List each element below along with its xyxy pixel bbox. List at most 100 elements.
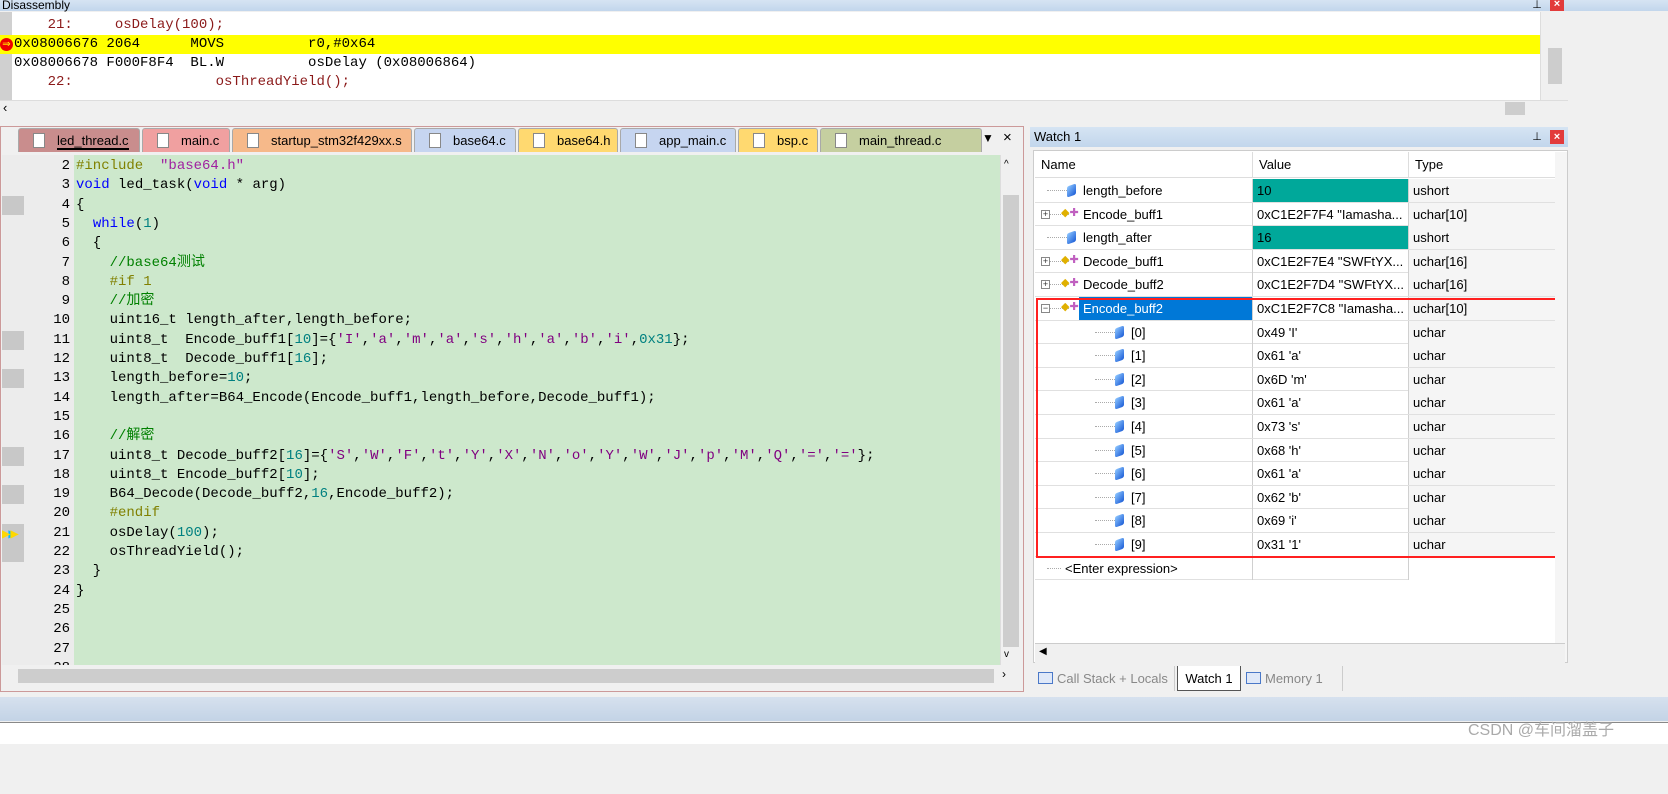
bottom-tab-watch-1[interactable]: Watch 1	[1177, 666, 1241, 691]
tab-startup-stm32f429xx-s[interactable]: startup_stm32f429xx.s	[232, 128, 412, 152]
code-line[interactable]: 4{	[2, 195, 1000, 215]
watch-value[interactable]: 0xC1E2F7D4 "SWFtYX...	[1252, 273, 1408, 297]
code-line[interactable]: 5 while(1)	[2, 215, 1000, 234]
code-line[interactable]: 10 uint16_t length_after,length_before;	[2, 311, 1000, 330]
bottom-tab-call-stack-locals[interactable]: Call Stack + Locals	[1035, 666, 1175, 691]
line-number: 10	[53, 312, 70, 329]
code-token: '='	[798, 447, 825, 464]
bottom-tab-memory-1[interactable]: Memory 1	[1243, 666, 1343, 691]
disassembly-view[interactable]: 21: osDelay(100); 0x08006676 2064 MOVS r0…	[0, 12, 1540, 100]
col-type[interactable]: Type	[1408, 152, 1443, 178]
disassembly-hscroll[interactable]: ‹	[0, 100, 1568, 116]
line-number: 17	[53, 447, 70, 464]
code-token: ,	[622, 447, 631, 464]
tab-led-thread-c[interactable]: led_thread.c	[18, 128, 140, 152]
editor-close-icon[interactable]: ×	[1003, 129, 1012, 146]
watch-value[interactable]: 16	[1252, 226, 1408, 250]
code-token: ;	[244, 370, 253, 387]
code-line[interactable]: 25	[2, 601, 1000, 620]
code-line[interactable]: 17 uint8_t Decode_buff2[16]={'S','W','F'…	[2, 446, 1000, 466]
enter-expression[interactable]: <Enter expression>	[1061, 557, 1178, 580]
disassembly-line[interactable]: 0x08006676 2064 MOVS r0,#0x64	[0, 35, 1540, 54]
editor-vscroll[interactable]: ^ v	[1000, 155, 1020, 665]
tab-label: main_thread.c	[859, 133, 942, 148]
tab-bsp-c[interactable]: bsp.c	[738, 128, 818, 152]
tab-base64-h[interactable]: base64.h	[518, 128, 618, 152]
disassembly-line[interactable]: 0x08006678 F000F8F4 BL.W osDelay (0x0800…	[14, 54, 476, 73]
code-token: osThreadYield();	[76, 544, 245, 560]
code-token: ,	[790, 447, 799, 464]
pin-icon[interactable]: ⊥	[1530, 0, 1544, 12]
code-line[interactable]: 20 #endif	[2, 504, 1000, 523]
col-name[interactable]: Name	[1041, 152, 1076, 178]
editor-hscroll[interactable]: ›	[2, 665, 1020, 687]
code-line[interactable]: 18 uint8_t Encode_buff2[10];	[2, 466, 1000, 485]
disassembly-vscroll[interactable]	[1540, 12, 1568, 100]
watch-value[interactable]: 10	[1252, 179, 1408, 202]
file-icon	[753, 133, 765, 148]
tab-main-c[interactable]: main.c	[142, 128, 230, 152]
watch-hscroll[interactable]: ◀	[1035, 643, 1565, 663]
code-token: 100	[176, 524, 203, 541]
code-token: ,	[487, 447, 497, 464]
disassembly-line[interactable]: 21: osDelay(100);	[14, 16, 224, 35]
code-line[interactable]: 3 void led_task(void * arg)	[2, 176, 1000, 195]
code-line[interactable]: 6 {	[2, 234, 1000, 253]
code-token: uint8_t Decode_buff1[	[76, 351, 295, 367]
code-token: 'b'	[571, 331, 598, 348]
code-token: };	[672, 331, 690, 348]
code-line[interactable]: 14 length_after=B64_Encode(Encode_buff1,…	[2, 389, 1000, 408]
line-number: 18	[53, 466, 70, 483]
watch-row[interactable]: length_after 16 ushort	[1035, 226, 1555, 250]
watch-row[interactable]: length_before 10 ushort	[1035, 179, 1555, 203]
code-line[interactable]: 22 osThreadYield();	[2, 543, 1000, 562]
code-line[interactable]: 27	[2, 640, 1000, 659]
code-line[interactable]: 11 uint8_t Encode_buff1[10]={'I','a','m'…	[2, 330, 1000, 350]
code-line[interactable]: ▶▶ 21 osDelay(100);	[2, 523, 1000, 543]
watch-vscroll[interactable]	[1555, 152, 1567, 662]
close-icon[interactable]: ×	[1550, 0, 1564, 11]
disassembly-line[interactable]: 22: osThreadYield();	[14, 73, 350, 92]
code-line[interactable]: 16 //解密	[2, 427, 1000, 446]
watch-row[interactable]: + ◆✚ Encode_buff1 0xC1E2F7F4 "Iamasha... uch…	[1035, 202, 1555, 227]
code-token: ,	[630, 331, 640, 348]
code-line[interactable]: 9 //加密	[2, 292, 1000, 311]
watch-row[interactable]: + ◆✚ Decode_buff2 0xC1E2F7D4 "SWFtYX... ucha…	[1035, 273, 1555, 297]
tab-main-thread-c[interactable]: main_thread.c	[820, 128, 982, 152]
file-icon	[247, 133, 259, 148]
enter-expression-row[interactable]: <Enter expression>	[1035, 556, 1555, 581]
watch-close-icon[interactable]: ×	[1550, 130, 1564, 144]
code-line[interactable]: 8 #if 1	[2, 273, 1000, 292]
code-text: void led_task(void * arg)	[76, 176, 286, 195]
code-token: {	[76, 196, 85, 213]
code-line[interactable]: 19 B64_Decode(Decode_buff2,16,Encode_buf…	[2, 485, 1000, 505]
expand-icon[interactable]: +	[1041, 256, 1050, 266]
code-line[interactable]: 15	[2, 408, 1000, 427]
line-number: 12	[53, 351, 70, 367]
code-token: 16	[286, 447, 303, 464]
code-line[interactable]: 2 #include "base64.h"	[2, 157, 1000, 176]
code-text: {	[76, 234, 101, 253]
line-number: 9	[61, 293, 70, 310]
code-line[interactable]: 26	[2, 620, 1000, 639]
watch-value[interactable]: 0xC1E2F7E4 "SWFtYX...	[1252, 249, 1408, 273]
watch-name: length_after	[1083, 230, 1152, 246]
tab-list-icon[interactable]: ▼	[982, 131, 994, 145]
code-line[interactable]: 13 length_before=10;	[2, 369, 1000, 389]
code-line[interactable]: 7 //base64测试	[2, 254, 1000, 273]
code-line[interactable]: 24}	[2, 582, 1000, 601]
expand-icon[interactable]: +	[1041, 209, 1050, 219]
code-token: 'Y'	[462, 447, 488, 464]
tab-base64-c[interactable]: base64.c	[414, 128, 516, 152]
code-line[interactable]: 12 uint8_t Decode_buff1[16];	[2, 350, 1000, 369]
watch-value[interactable]: 0xC1E2F7F4 "Iamasha...	[1252, 202, 1408, 226]
code-editor[interactable]: 2 #include "base64.h" 3 void led_task(void …	[2, 155, 1000, 665]
watch-row[interactable]: + ◆✚ Decode_buff1 0xC1E2F7E4 "SWFtYX... ucha…	[1035, 249, 1555, 274]
tab-app-main-c[interactable]: app_main.c	[620, 128, 736, 152]
code-line[interactable]: 23 }	[2, 562, 1000, 581]
code-token: ];	[302, 466, 320, 483]
expand-icon[interactable]: +	[1041, 280, 1050, 290]
watch-pin-icon[interactable]: ⊥	[1530, 130, 1544, 144]
col-value[interactable]: Value	[1252, 152, 1291, 178]
code-text: uint8_t Decode_buff2[16]={'S','W','F','t…	[76, 447, 875, 466]
